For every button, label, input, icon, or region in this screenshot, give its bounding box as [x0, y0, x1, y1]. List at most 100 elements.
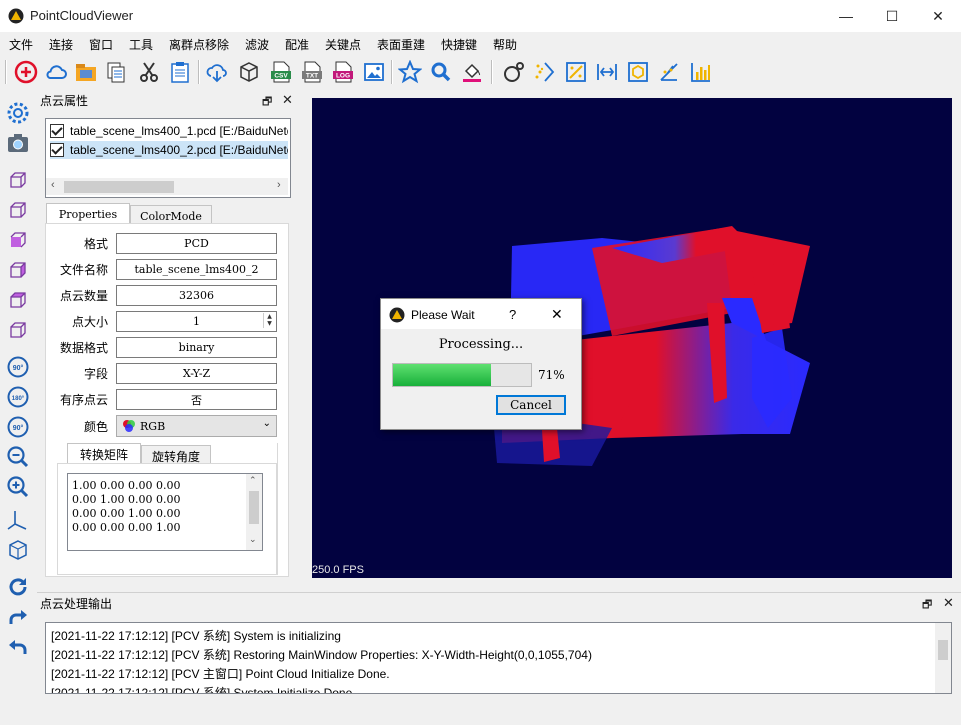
field-data-format[interactable]: binary	[116, 337, 277, 358]
svg-text:TXT: TXT	[306, 73, 318, 80]
menu-keypoints[interactable]: 关键点	[325, 36, 361, 53]
paint-bucket-icon[interactable]	[459, 59, 485, 85]
scrollbar-thumb[interactable]	[249, 491, 259, 524]
view-right-icon[interactable]	[5, 257, 31, 283]
menu-shortcuts[interactable]: 快捷键	[441, 36, 477, 53]
search-icon[interactable]	[428, 59, 454, 85]
scroll-right-icon[interactable]: ›	[277, 179, 281, 191]
menu-tools[interactable]: 工具	[129, 36, 153, 53]
view-front-icon[interactable]	[5, 167, 31, 193]
csv-icon[interactable]: CSV	[268, 59, 294, 85]
field-organized[interactable]: 否	[116, 389, 277, 410]
toolbar-separator	[198, 60, 200, 84]
vertical-scrollbar[interactable]	[935, 623, 951, 693]
field-format[interactable]: PCD	[116, 233, 277, 254]
matrix-row: 0.00 1.00 0.00 0.00	[72, 493, 181, 506]
cancel-button[interactable]: Cancel	[496, 395, 566, 415]
menu-filter[interactable]: 滤波	[245, 36, 269, 53]
rotate-180-icon[interactable]: 180°	[5, 384, 31, 410]
cloud-icon[interactable]	[43, 59, 69, 85]
menu-surface-reconstruction[interactable]: 表面重建	[377, 36, 425, 53]
color-combobox[interactable]: RGB ⌄	[116, 415, 277, 437]
vertical-scrollbar[interactable]: ⌃ ⌄	[246, 474, 262, 550]
left-toolbar: 90° 180° 90°	[0, 92, 36, 662]
star-icon[interactable]	[397, 59, 423, 85]
paste-icon[interactable]	[167, 59, 193, 85]
dock-close-button[interactable]: ✕	[282, 92, 293, 108]
list-item[interactable]: table_scene_lms400_2.pcd [E:/BaiduNetdis…	[50, 141, 288, 159]
box-3d-icon[interactable]	[236, 59, 262, 85]
view-left-icon[interactable]	[5, 227, 31, 253]
menu-connect[interactable]: 连接	[49, 36, 73, 53]
keypoint-icon[interactable]	[501, 59, 527, 85]
zoom-out-icon[interactable]	[5, 444, 31, 470]
zoom-in-icon[interactable]	[5, 474, 31, 500]
log-line: [2021-11-22 17:12:12] [PCV 系统] Restoring…	[51, 648, 592, 662]
axis-icon[interactable]	[656, 59, 682, 85]
menu-help[interactable]: 帮助	[493, 36, 517, 53]
rotate-90-icon[interactable]: 90°	[5, 354, 31, 380]
refresh-icon[interactable]	[5, 574, 31, 600]
view-back-icon[interactable]	[5, 197, 31, 223]
menu-file[interactable]: 文件	[9, 36, 33, 53]
undo-icon[interactable]	[5, 634, 31, 660]
dock-close-button[interactable]: ✕	[943, 595, 954, 611]
status-bar	[0, 702, 961, 725]
dock-float-button[interactable]: 🗗	[922, 596, 932, 615]
scrollbar-thumb[interactable]	[64, 181, 174, 193]
maximize-button[interactable]: ☐	[869, 0, 915, 32]
dialog-close-button[interactable]: ✕	[551, 306, 563, 323]
menu-registration[interactable]: 配准	[285, 36, 309, 53]
checkbox[interactable]	[50, 124, 64, 138]
scale-icon[interactable]	[563, 59, 589, 85]
scrollbar-thumb[interactable]	[938, 640, 948, 660]
align-icon[interactable]	[594, 59, 620, 85]
output-log[interactable]: [2021-11-22 17:12:12] [PCV 系统] System is…	[45, 622, 952, 694]
close-button[interactable]: ✕	[915, 0, 961, 32]
label-point-size: 点大小	[71, 315, 108, 329]
matrix-row: 0.00 0.00 1.00 0.00	[72, 507, 181, 520]
txt-icon[interactable]: TXT	[299, 59, 325, 85]
camera-icon[interactable]	[5, 130, 31, 156]
rotate-neg90-icon[interactable]: 90°	[5, 414, 31, 440]
add-icon[interactable]	[13, 59, 39, 85]
menu-window[interactable]: 窗口	[89, 36, 113, 53]
minimize-button[interactable]: —	[823, 0, 869, 32]
scroll-left-icon[interactable]: ‹	[51, 179, 55, 191]
matrix-textarea[interactable]: 1.00 0.00 0.00 0.00 0.00 1.00 0.00 0.00 …	[67, 473, 263, 551]
field-filename[interactable]: table_scene_lms400_2	[116, 259, 277, 280]
spin-arrows-icon[interactable]: ▲ ▼	[263, 313, 275, 328]
point-size-spinbox[interactable]: 1 ▲ ▼	[116, 311, 277, 332]
main-toolbar: CSV TXT LOG	[0, 54, 961, 90]
bounding-box-icon[interactable]	[5, 537, 31, 563]
toolbar-separator	[491, 60, 493, 84]
log-icon[interactable]: LOG	[330, 59, 356, 85]
gear-icon[interactable]	[5, 100, 31, 126]
tab-properties[interactable]: Properties	[46, 203, 130, 225]
points-filter-icon[interactable]	[532, 59, 558, 85]
copy-icon[interactable]	[103, 59, 129, 85]
field-fields[interactable]: X-Y-Z	[116, 363, 277, 384]
file-name: table_scene_lms400_2.pcd [E:/BaiduNetdis…	[70, 143, 288, 157]
cut-icon[interactable]	[136, 59, 162, 85]
folder-icon[interactable]	[73, 59, 99, 85]
download-icon[interactable]	[204, 59, 230, 85]
list-item[interactable]: table_scene_lms400_1.pcd [E:/BaiduNetdis…	[50, 122, 288, 140]
coordinate-axes-icon[interactable]	[5, 507, 31, 533]
scroll-down-icon[interactable]: ⌄	[249, 534, 257, 545]
help-button[interactable]: ?	[509, 307, 516, 322]
histogram-icon[interactable]	[688, 59, 714, 85]
progress-percent: 71%	[538, 368, 565, 382]
dock-float-button[interactable]: 🗗	[262, 93, 272, 112]
label-organized: 有序点云	[59, 393, 108, 407]
redo-icon[interactable]	[5, 604, 31, 630]
view-top-icon[interactable]	[5, 287, 31, 313]
scroll-up-icon[interactable]: ⌃	[249, 475, 257, 486]
view-bottom-icon[interactable]	[5, 317, 31, 343]
checkbox[interactable]	[50, 143, 64, 157]
field-point-count[interactable]: 32306	[116, 285, 277, 306]
image-icon[interactable]	[361, 59, 387, 85]
menu-outlier-removal[interactable]: 离群点移除	[169, 36, 229, 53]
tab-transform-matrix[interactable]: 转换矩阵	[67, 443, 141, 464]
cube-icon[interactable]	[625, 59, 651, 85]
